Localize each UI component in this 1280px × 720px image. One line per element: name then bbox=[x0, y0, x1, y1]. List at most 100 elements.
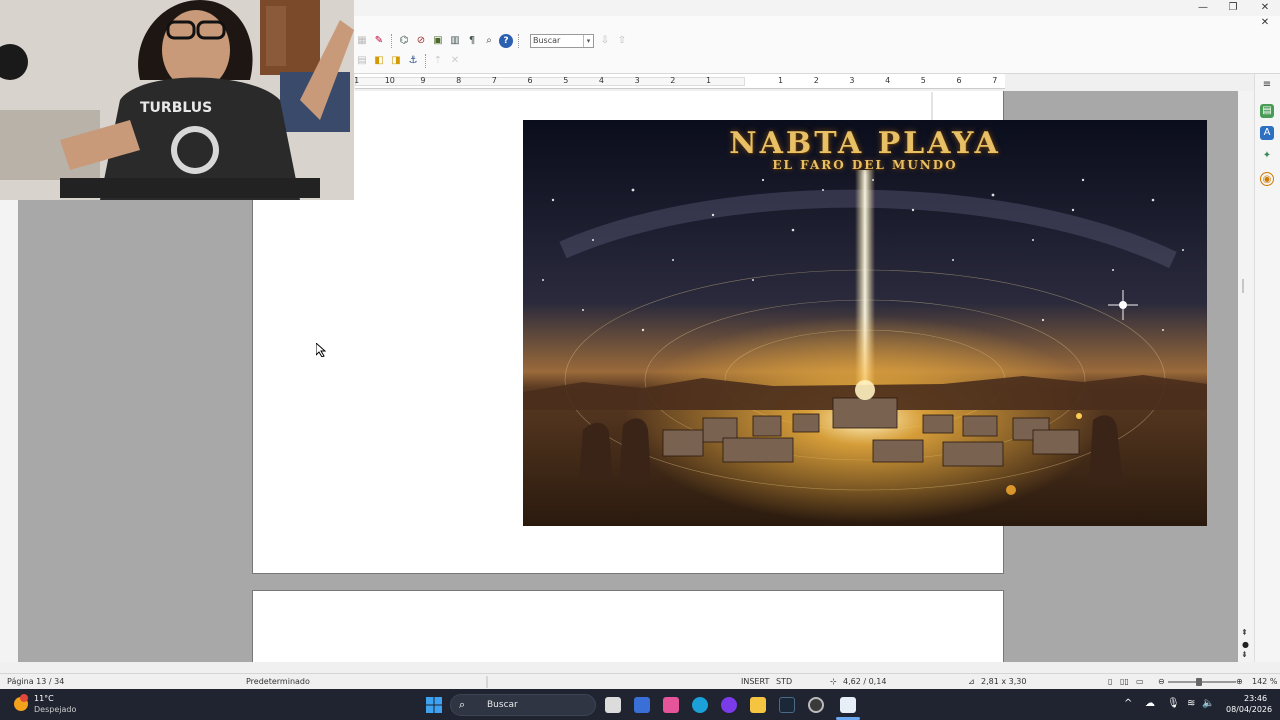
standard-toolbar: ▦ ✎ ⌬ ⊘ ▣ ▥ ¶ ⌕ ? Buscar ▾ ⇩ ⇧ bbox=[355, 32, 632, 50]
ruler-tick-label: 11 bbox=[355, 76, 359, 85]
ruler-tick-label: 4 bbox=[885, 76, 891, 85]
ruler-tick-label: 1 bbox=[706, 76, 712, 85]
ruler-tick-label: 5 bbox=[920, 76, 926, 85]
taskbar-search-input[interactable]: ⌕ Buscar bbox=[450, 694, 596, 716]
find-next-icon[interactable]: ⇧ bbox=[615, 34, 629, 48]
ruler-tick-label: 2 bbox=[670, 76, 676, 85]
gallery-icon[interactable]: ✦ bbox=[1260, 149, 1274, 163]
next-document-page[interactable] bbox=[252, 590, 1004, 662]
toolbar-separator bbox=[425, 54, 429, 68]
ruler-tick-label: 10 bbox=[384, 76, 395, 85]
clock-date[interactable]: 08/04/2026 bbox=[1226, 705, 1272, 714]
multi-page-view-icon[interactable]: ▯▯ bbox=[1120, 677, 1129, 686]
windows-start-icon[interactable] bbox=[426, 697, 442, 713]
position-icon: ⊹ bbox=[830, 677, 837, 686]
microphone-icon[interactable]: 🎙 bbox=[1167, 698, 1180, 709]
styles-icon[interactable]: A bbox=[1260, 126, 1274, 140]
restore-button[interactable]: ❐ bbox=[1218, 0, 1248, 16]
help-icon[interactable]: ? bbox=[499, 34, 513, 48]
task-view-icon[interactable] bbox=[605, 697, 621, 713]
svg-text:TURBLUS: TURBLUS bbox=[140, 100, 212, 116]
ruler-tick-label: 3 bbox=[634, 76, 640, 85]
book-view-icon[interactable]: ▭ bbox=[1136, 677, 1144, 686]
file-explorer-icon[interactable] bbox=[750, 697, 766, 713]
anchor-icon[interactable]: ⚓ bbox=[406, 54, 420, 68]
cross-icon[interactable]: ✕ bbox=[448, 54, 462, 68]
bring-forward-icon[interactable]: ◧ bbox=[372, 54, 386, 68]
ruler-margin bbox=[355, 77, 745, 86]
arrow-up-icon[interactable]: ⇡ bbox=[431, 54, 445, 68]
weather-description[interactable]: Despejado bbox=[34, 705, 76, 714]
send-backward-icon[interactable]: ◨ bbox=[389, 54, 403, 68]
ruler-tick-label: 9 bbox=[420, 76, 426, 85]
page-up-icon[interactable]: ⇞ bbox=[1241, 628, 1248, 637]
zoom-icon[interactable]: ⌕ bbox=[482, 34, 496, 48]
artwork-subtitle: EL FARO DEL MUNDO bbox=[772, 158, 958, 172]
navigator-icon[interactable]: ⊘ bbox=[414, 34, 428, 48]
single-page-view-icon[interactable]: ▯ bbox=[1108, 677, 1112, 686]
zoom-level[interactable]: 142 % bbox=[1252, 677, 1277, 686]
ruler-tick-label: 1 bbox=[778, 76, 784, 85]
size-icon: ⊿ bbox=[968, 677, 975, 686]
toolbar-separator bbox=[518, 34, 522, 48]
binoculars-icon[interactable]: ⌬ bbox=[397, 34, 411, 48]
weather-icon[interactable] bbox=[12, 693, 30, 713]
ruler-tick-label: 6 bbox=[956, 76, 962, 85]
cloud-icon[interactable]: ☁ bbox=[1145, 698, 1155, 709]
database-icon[interactable]: ▥ bbox=[448, 34, 462, 48]
writer-icon[interactable] bbox=[840, 697, 856, 713]
search-placeholder: Buscar bbox=[533, 36, 561, 45]
artwork-title: NABTA PLAYA bbox=[729, 126, 1001, 161]
zoom-in-icon[interactable]: ⊕ bbox=[1236, 677, 1243, 686]
page-style[interactable]: Predeterminado bbox=[246, 677, 310, 686]
minimize-button[interactable]: — bbox=[1188, 0, 1218, 16]
webcam-overlay: TURBLUS bbox=[0, 0, 354, 200]
weather-temperature[interactable]: 11°C bbox=[34, 694, 54, 703]
proton-icon[interactable] bbox=[721, 697, 737, 713]
nabta-playa-image[interactable]: NABTA PLAYA EL FARO DEL MUNDO bbox=[523, 120, 1207, 526]
webcam-person-image: TURBLUS bbox=[0, 0, 354, 200]
scroll-thumb[interactable] bbox=[1242, 279, 1245, 293]
navigator-icon[interactable]: ◉ bbox=[1260, 172, 1274, 186]
volume-icon[interactable]: 🔈 bbox=[1202, 698, 1214, 709]
ruler-tick-label: 7 bbox=[992, 76, 998, 85]
vertical-scrollbar[interactable]: ⇞ ● ⇟ bbox=[1238, 91, 1254, 662]
chevron-down-icon[interactable]: ▾ bbox=[583, 35, 593, 47]
insert-mode[interactable]: INSERT bbox=[741, 677, 769, 686]
find-previous-icon[interactable]: ⇩ bbox=[598, 34, 612, 48]
gallery-icon[interactable]: ▣ bbox=[431, 34, 445, 48]
page-count[interactable]: Página 13 / 34 bbox=[7, 677, 64, 686]
search-input[interactable]: Buscar ▾ bbox=[530, 34, 594, 48]
zoom-out-icon[interactable]: ⊖ bbox=[1158, 677, 1165, 686]
table-icon[interactable]: ▦ bbox=[355, 34, 369, 48]
properties-icon[interactable]: ▤ bbox=[1260, 104, 1274, 118]
copilot-icon[interactable] bbox=[663, 697, 679, 713]
edge-browser-icon[interactable] bbox=[692, 697, 708, 713]
clock-time[interactable]: 23:46 bbox=[1244, 694, 1267, 703]
artwork-illustration bbox=[523, 120, 1207, 526]
draw-icon[interactable]: ✎ bbox=[372, 34, 386, 48]
properties-icon[interactable]: ▤ bbox=[355, 54, 369, 68]
ruler-tick-label: 3 bbox=[849, 76, 855, 85]
wifi-icon[interactable]: ≋ bbox=[1187, 698, 1195, 709]
search-icon: ⌕ bbox=[459, 698, 466, 711]
selection-mode[interactable]: STD bbox=[776, 677, 792, 686]
status-bar: Página 13 / 34 Predeterminado INSERT STD… bbox=[0, 673, 1280, 689]
navigate-icon[interactable]: ● bbox=[1242, 640, 1249, 649]
mouse-cursor bbox=[316, 343, 326, 357]
zoom-slider-knob[interactable] bbox=[1195, 678, 1202, 686]
close-document-button[interactable]: ✕ bbox=[1250, 15, 1280, 31]
app-icon[interactable] bbox=[808, 697, 824, 713]
horizontal-ruler[interactable]: 11109876543211234567 bbox=[355, 74, 1005, 89]
menu-icon[interactable]: ≡ bbox=[1260, 78, 1274, 92]
steam-icon[interactable] bbox=[779, 697, 795, 713]
close-button[interactable]: ✕ bbox=[1250, 0, 1280, 16]
object-position: 4,62 / 0,14 bbox=[843, 677, 887, 686]
page-down-icon[interactable]: ⇟ bbox=[1241, 650, 1248, 659]
zoom-slider-track[interactable] bbox=[1168, 681, 1236, 683]
microsoft-store-icon[interactable] bbox=[634, 697, 650, 713]
toolbar-separator bbox=[391, 34, 395, 48]
formatting-marks-icon[interactable]: ¶ bbox=[465, 34, 479, 48]
document-page[interactable]: NABTA PLAYA EL FARO DEL MUNDO bbox=[252, 91, 1207, 574]
tray-chevron-icon[interactable]: ^ bbox=[1124, 698, 1132, 709]
